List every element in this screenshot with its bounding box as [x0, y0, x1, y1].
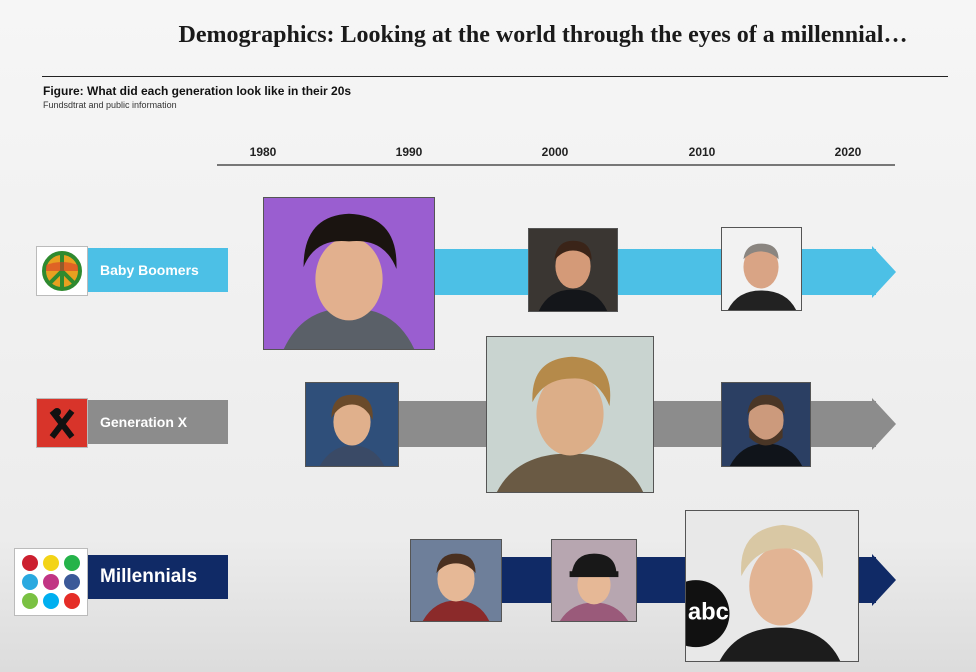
x-figure-icon [36, 398, 88, 448]
baby-boomers-photo-1980s [263, 197, 435, 350]
peace-sign-icon [36, 246, 88, 296]
year-label-2020: 2020 [834, 145, 862, 159]
generation-label-generation-x: Generation X [88, 400, 228, 444]
title-divider [42, 76, 948, 77]
baby-boomers-timeline-bar [430, 249, 876, 295]
page-title: Demographics: Looking at the world throu… [178, 22, 908, 48]
generation-x-photo-2000s [486, 336, 654, 493]
figure-caption: Figure: What did each generation look li… [43, 84, 352, 98]
millennials-photo-child [410, 539, 502, 622]
abc-logo-text: abc [688, 600, 729, 626]
generation-label-baby-boomers: Baby Boomers [88, 248, 228, 292]
year-label-2000: 2000 [541, 145, 569, 159]
generation-x-arrow-head [872, 398, 896, 450]
social-media-apps-icon [14, 548, 88, 616]
millennials-photo-adult: abc [685, 510, 859, 662]
baby-boomers-photo-2000s [528, 228, 618, 312]
generation-x-photo-2010s [721, 382, 811, 467]
baby-boomers-photo-2010s [721, 227, 802, 311]
generation-x-photo-1990s [305, 382, 399, 467]
baby-boomers-arrow-head [872, 246, 896, 298]
year-label-2010: 2010 [688, 145, 716, 159]
millennials-photo-teen [551, 539, 637, 622]
millennials-arrow-head [872, 554, 896, 606]
year-label-1980: 1980 [249, 145, 277, 159]
timeline-axis [217, 164, 895, 166]
generation-label-millennials: Millennials [88, 555, 228, 599]
year-label-1990: 1990 [395, 145, 423, 159]
figure-source: Fundsdtrat and public information [43, 100, 177, 110]
